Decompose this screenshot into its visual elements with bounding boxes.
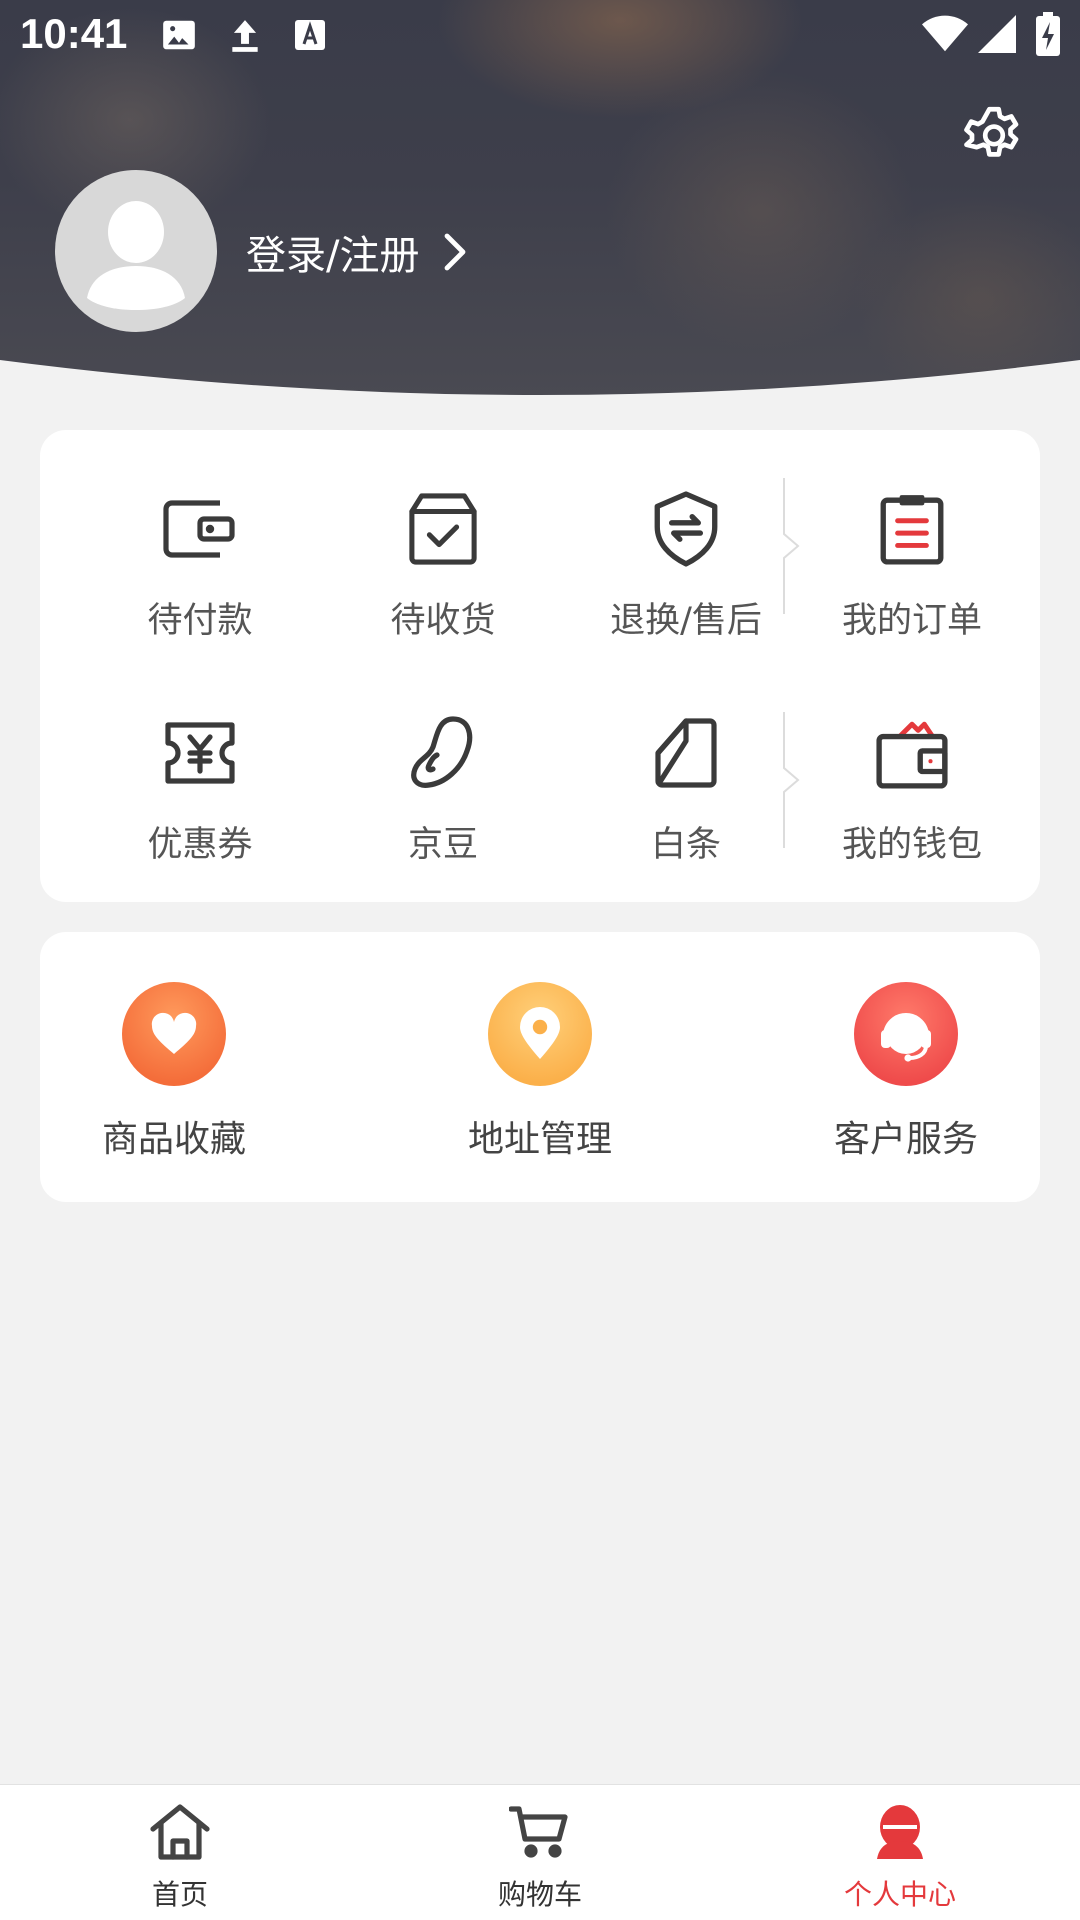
nav-profile[interactable]: 个人中心 (800, 1803, 1000, 1913)
nav-cart-label: 购物车 (497, 1878, 582, 1911)
favorites-item[interactable]: 商品收藏 (54, 982, 294, 1162)
login-register-link[interactable]: 登录/注册 (246, 222, 467, 282)
profile-header: 10:41 登录/注册 (0, 0, 1080, 410)
user-icon (869, 1803, 931, 1865)
my-wallet-label: 我的钱包 (841, 825, 982, 865)
wifi-icon (922, 14, 968, 58)
baitiao-item[interactable]: 白条 (586, 708, 786, 867)
customer-service-label: 客户服务 (833, 1119, 978, 1160)
upload-icon (226, 16, 264, 60)
settings-button[interactable] (958, 100, 1030, 172)
avatar[interactable] (55, 170, 217, 332)
pending-receipt-label: 待收货 (390, 601, 496, 641)
chevron-right-icon (443, 232, 467, 272)
status-bar: 10:41 (0, 0, 1080, 72)
my-orders-label: 我的订单 (841, 601, 982, 641)
coupons-label: 优惠券 (147, 825, 253, 865)
my-wallet-item[interactable]: 我的钱包 (812, 708, 1012, 867)
services-card: 商品收藏 地址管理 客户服务 (40, 932, 1040, 1202)
box-check-icon (398, 484, 488, 574)
returns-label: 退换/售后 (610, 601, 762, 641)
image-icon (160, 16, 198, 58)
pending-payment-label: 待付款 (147, 601, 253, 641)
jd-beans-item[interactable]: 京豆 (343, 708, 543, 867)
nav-profile-label: 个人中心 (843, 1878, 956, 1911)
shield-exchange-icon (641, 484, 731, 574)
my-orders-item[interactable]: 我的订单 (812, 484, 1012, 643)
nav-cart[interactable]: 购物车 (440, 1803, 640, 1913)
note-icon (641, 708, 731, 798)
coupons-item[interactable]: 优惠券 (100, 708, 300, 867)
customer-service-item[interactable]: 客户服务 (786, 982, 1026, 1162)
yen-coupon-icon (155, 708, 245, 798)
text-a-icon (292, 16, 328, 58)
address-management-item[interactable]: 地址管理 (420, 982, 660, 1162)
battery-charging-icon (1036, 12, 1060, 60)
row2-divider (783, 712, 800, 848)
clipboard-list-icon (867, 484, 957, 574)
cart-icon (508, 1803, 571, 1865)
location-pin-icon (488, 982, 592, 1086)
address-management-label: 地址管理 (467, 1119, 612, 1160)
wallet-cash-icon (867, 708, 957, 798)
headset-icon (854, 982, 958, 1086)
wallet-icon (155, 484, 245, 574)
cellular-signal-icon (978, 14, 1016, 58)
bottom-navigation: 首页 购物车 个人中心 (0, 1784, 1080, 1920)
nav-home-label: 首页 (151, 1878, 208, 1911)
nav-home[interactable]: 首页 (80, 1803, 280, 1913)
orders-card: 待付款 待收货 退换/售后 我的订单 优惠券 京豆 白条 我的钱包 (40, 430, 1040, 902)
returns-item[interactable]: 退换/售后 (586, 484, 786, 643)
heart-icon (122, 982, 226, 1086)
gear-icon (961, 101, 1027, 171)
header-curve (0, 360, 1080, 410)
status-time: 10:41 (20, 10, 128, 57)
baitiao-label: 白条 (650, 825, 721, 865)
home-icon (149, 1803, 211, 1865)
login-label: 登录/注册 (246, 233, 420, 279)
favorites-label: 商品收藏 (101, 1119, 246, 1160)
pending-receipt-item[interactable]: 待收货 (343, 484, 543, 643)
jd-beans-label: 京豆 (407, 825, 478, 865)
pending-payment-item[interactable]: 待付款 (100, 484, 300, 643)
row1-divider (783, 478, 800, 614)
bean-icon (398, 708, 488, 798)
